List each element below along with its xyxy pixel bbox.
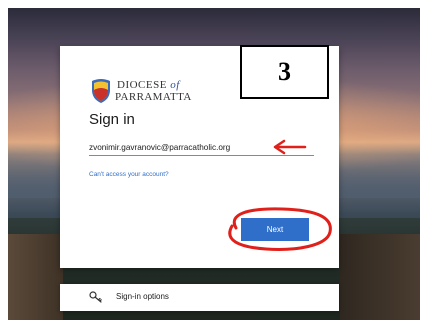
brand-line1: DIOCESE of (117, 79, 180, 91)
next-button[interactable]: Next (241, 218, 309, 241)
step-number-annotation: 3 (240, 45, 329, 99)
diocese-shield-icon (92, 79, 110, 103)
brand-line2: PARRAMATTA (115, 91, 192, 103)
signin-options-label: Sign-in options (116, 292, 169, 301)
email-field[interactable] (89, 139, 314, 156)
signin-options-bar[interactable]: Sign-in options (60, 284, 339, 311)
background-cliff-right (340, 234, 420, 320)
page-title: Sign in (89, 111, 135, 128)
key-icon (89, 291, 102, 303)
background-cliff-left (8, 234, 63, 320)
brand-logo: DIOCESE of PARRAMATTA (91, 78, 211, 108)
cant-access-account-link[interactable]: Can't access your account? (89, 171, 169, 178)
